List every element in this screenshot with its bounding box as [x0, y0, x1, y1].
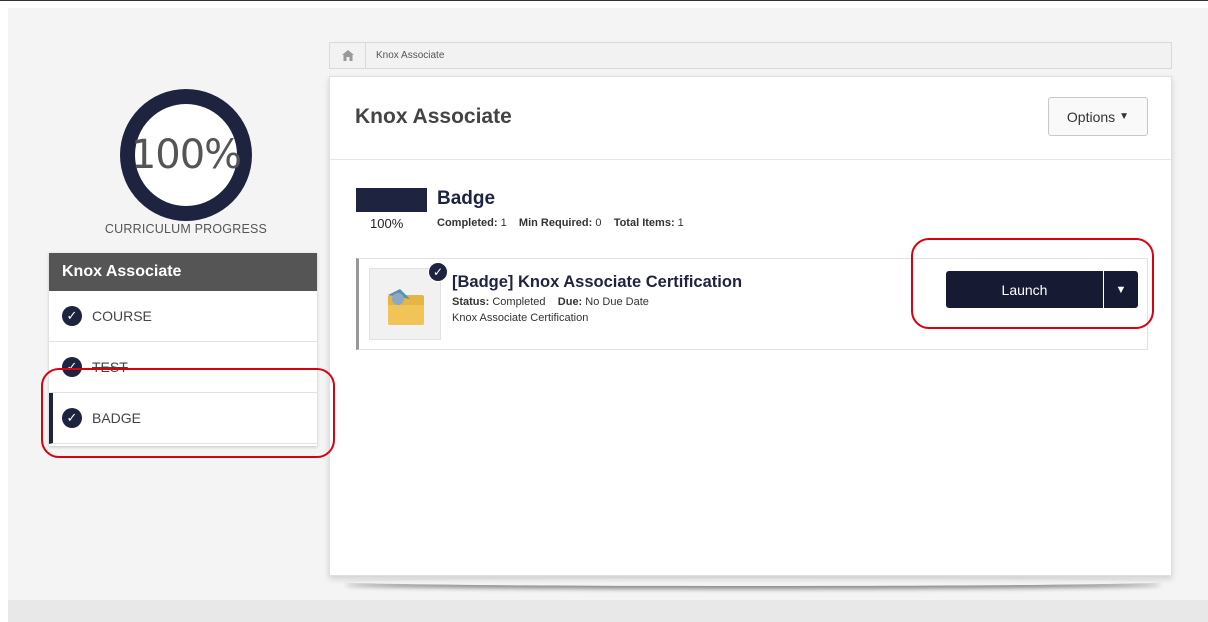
item-title[interactable]: [Badge] Knox Associate Certification [452, 273, 742, 292]
options-label: Options [1066, 108, 1116, 125]
section-meta: Completed: 1 Min Required: 0 Total Items… [437, 217, 684, 229]
footer-strip [8, 600, 1208, 622]
page-title: Knox Associate [355, 105, 512, 128]
sidebar-item-label: BADGE [92, 410, 142, 426]
caret-down-icon: ▼ [1119, 111, 1130, 122]
check-circle-icon: ✓ [62, 408, 82, 428]
sidebar-item-badge[interactable]: ✓ BADGE [49, 393, 317, 444]
curriculum-sidebar: Knox Associate ✓ COURSE ✓ TEST ✓ BADGE [49, 253, 317, 446]
status-label: Status: [452, 296, 490, 308]
launch-button[interactable]: Launch [946, 271, 1103, 308]
launch-dropdown-button[interactable]: ▼ [1104, 271, 1138, 308]
section-progress-percent: 100% [370, 216, 404, 231]
breadcrumb-current: Knox Associate [376, 50, 445, 61]
progress-caption: CURRICULUM PROGRESS [104, 222, 268, 236]
item-status: Status: Completed Due: No Due Date [452, 296, 649, 308]
sidebar-title: Knox Associate [49, 253, 317, 291]
card-shadow [345, 578, 1161, 586]
sidebar-item-course[interactable]: ✓ COURSE [49, 291, 317, 342]
options-button[interactable]: Options ▼ [1048, 97, 1148, 136]
min-required-label: Min Required: [518, 217, 593, 229]
section-title: Badge [437, 188, 496, 209]
item-description: Knox Associate Certification [452, 312, 589, 324]
completed-value: 1 [500, 217, 507, 229]
total-items-value: 1 [677, 217, 684, 229]
progress-percent: 100% [130, 132, 242, 178]
section-progress-bar [356, 188, 427, 212]
check-circle-icon: ✓ [62, 357, 82, 377]
main-card: Knox Associate Options ▼ 100% Badge Comp… [329, 76, 1172, 576]
completed-label: Completed: [437, 217, 498, 229]
min-required-value: 0 [595, 217, 602, 229]
learning-item-row: ✓ [Badge] Knox Associate Certification S… [356, 258, 1148, 350]
due-label: Due: [557, 296, 583, 308]
curriculum-progress-ring: 100% [120, 89, 252, 221]
total-items-label: Total Items: [613, 217, 675, 229]
completed-check-icon: ✓ [428, 262, 448, 282]
check-circle-icon: ✓ [62, 306, 82, 326]
progress-ring-center: 100% [131, 104, 242, 206]
due-value: No Due Date [585, 296, 649, 308]
sidebar-item-label: TEST [92, 359, 128, 375]
sidebar-item-label: COURSE [92, 308, 152, 324]
breadcrumb: Knox Associate [329, 42, 1172, 69]
caret-down-icon: ▼ [1115, 283, 1127, 296]
sidebar-item-test[interactable]: ✓ TEST [49, 342, 317, 393]
home-icon[interactable] [330, 43, 366, 68]
status-value: Completed [492, 296, 546, 308]
divider [330, 159, 1171, 160]
